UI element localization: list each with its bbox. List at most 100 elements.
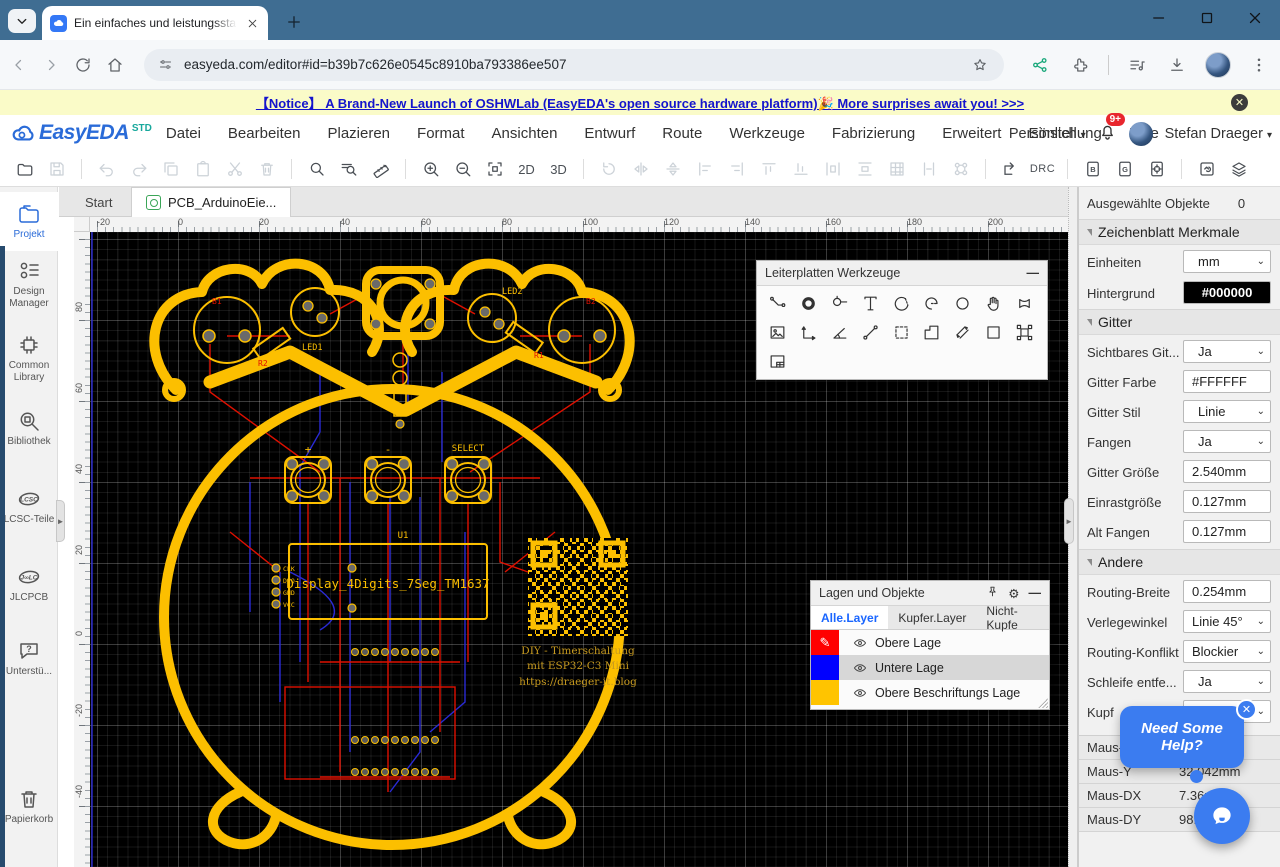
help-bubble-close-icon[interactable]: ✕ bbox=[1236, 699, 1257, 720]
personal-menu[interactable]: Persönlich ▾ bbox=[1009, 126, 1086, 142]
align-left-icon[interactable] bbox=[692, 157, 717, 182]
extensions-icon[interactable] bbox=[1068, 53, 1092, 77]
remove-loop-select[interactable]: Ja⌄ bbox=[1183, 670, 1271, 693]
align-top-icon[interactable] bbox=[756, 157, 781, 182]
tool-text-icon[interactable] bbox=[856, 290, 885, 317]
view-2d-button[interactable]: 2D bbox=[514, 157, 539, 182]
tool-via-icon[interactable] bbox=[825, 290, 854, 317]
combine-icon[interactable] bbox=[948, 157, 973, 182]
tool-circle-icon[interactable] bbox=[948, 290, 977, 317]
sidebar-item-design-manager[interactable]: Design Manager bbox=[0, 259, 58, 309]
sidebar-item-bibliothek[interactable]: Bibliothek bbox=[0, 409, 58, 448]
import-change-icon[interactable] bbox=[998, 157, 1023, 182]
forward-icon[interactable] bbox=[42, 53, 60, 77]
tab-close-icon[interactable] bbox=[244, 15, 260, 31]
layers-minimize-icon[interactable]: — bbox=[1029, 586, 1042, 600]
copy-icon[interactable] bbox=[158, 157, 183, 182]
tool-panelize-icon[interactable] bbox=[763, 348, 792, 375]
snap-size-input[interactable]: 0.127mm bbox=[1183, 490, 1271, 513]
layer-row-topsilk[interactable]: Obere Beschriftungs Lage bbox=[811, 680, 1049, 705]
layer-row-bottom[interactable]: Untere Lage bbox=[811, 655, 1049, 680]
layers-tab-noncopper[interactable]: Nicht-Kupfe bbox=[976, 606, 1049, 629]
tool-drag-icon[interactable] bbox=[979, 290, 1008, 317]
sidebar-item-papierkorb[interactable]: Papierkorb bbox=[0, 787, 58, 826]
tool-connection-icon[interactable] bbox=[856, 319, 885, 346]
site-settings-icon[interactable] bbox=[156, 53, 174, 77]
reload-icon[interactable] bbox=[74, 53, 92, 77]
user-menu[interactable]: Stefan Draeger ▾ bbox=[1165, 126, 1272, 142]
tool-pad-icon[interactable] bbox=[794, 290, 823, 317]
layer-visibility-eye-icon[interactable] bbox=[853, 636, 867, 650]
notifications-bell-icon[interactable]: 9+ bbox=[1098, 122, 1117, 145]
gerber-file-icon[interactable]: G bbox=[1112, 157, 1137, 182]
layers-toolbar-icon[interactable] bbox=[1226, 157, 1251, 182]
search-similar-icon[interactable] bbox=[336, 157, 361, 182]
mirror-vertical-icon[interactable] bbox=[660, 157, 685, 182]
easyeda-logo[interactable]: EasyEDA STD bbox=[10, 121, 152, 147]
mirror-horizontal-icon[interactable] bbox=[628, 157, 653, 182]
routing-angle-select[interactable]: Linie 45°⌄ bbox=[1183, 610, 1271, 633]
layers-tab-all[interactable]: Alle.Layer bbox=[811, 606, 888, 629]
pcb-tools-panel[interactable]: Leiterplatten Werkzeuge — bbox=[756, 260, 1048, 380]
tool-select-region-icon[interactable] bbox=[887, 319, 916, 346]
tool-dimension-icon[interactable] bbox=[794, 319, 823, 346]
sidebar-item-jlcpcb[interactable]: J∞LC JLCPCB bbox=[0, 565, 58, 604]
sidebar-item-lcsc-teile[interactable]: LCSC LCSC-Teile bbox=[0, 487, 58, 526]
layers-tab-copper[interactable]: Kupfer.Layer bbox=[888, 606, 976, 629]
section-gitter[interactable]: Gitter bbox=[1079, 309, 1280, 335]
window-close-button[interactable] bbox=[1246, 9, 1264, 32]
menu-entwurf[interactable]: Entwurf bbox=[584, 125, 635, 142]
distribute-horizontal-icon[interactable] bbox=[820, 157, 845, 182]
address-bar[interactable]: easyeda.com/editor#id=b39b7c626e0545c891… bbox=[144, 49, 1004, 81]
window-minimize-button[interactable] bbox=[1150, 9, 1168, 32]
drc-button[interactable]: DRC bbox=[1030, 157, 1055, 182]
grid-style-select[interactable]: Linie⌄ bbox=[1183, 400, 1271, 423]
grid-size-input[interactable]: 2.540mm bbox=[1183, 460, 1271, 483]
tool-rect-icon[interactable] bbox=[979, 319, 1008, 346]
redo-icon[interactable] bbox=[126, 157, 151, 182]
einheiten-select[interactable]: mm⌄ bbox=[1183, 250, 1271, 273]
zoom-out-icon[interactable] bbox=[450, 157, 475, 182]
notice-close-icon[interactable]: ✕ bbox=[1231, 94, 1248, 111]
section-sheet[interactable]: Zeichenblatt Merkmale bbox=[1079, 219, 1280, 245]
pcb-tools-minimize-icon[interactable]: — bbox=[1027, 266, 1040, 280]
tool-angle-icon[interactable] bbox=[825, 319, 854, 346]
menu-ansichten[interactable]: Ansichten bbox=[492, 125, 558, 142]
snap-select[interactable]: Ja⌄ bbox=[1183, 430, 1271, 453]
reading-list-icon[interactable] bbox=[1125, 53, 1149, 77]
menu-format[interactable]: Format bbox=[417, 125, 465, 142]
menu-werkzeuge[interactable]: Werkzeuge bbox=[729, 125, 805, 142]
cut-icon[interactable] bbox=[222, 157, 247, 182]
routing-conflict-select[interactable]: Blockier⌄ bbox=[1183, 640, 1271, 663]
alt-snap-input[interactable]: 0.127mm bbox=[1183, 520, 1271, 543]
measure-icon[interactable] bbox=[368, 157, 393, 182]
grid-color-input[interactable]: #FFFFFF bbox=[1183, 370, 1271, 393]
panel-collapse-handle[interactable]: ► bbox=[1064, 498, 1074, 544]
sidebar-item-projekt[interactable]: Projekt bbox=[0, 192, 58, 251]
sidebar-collapse-handle[interactable]: ► bbox=[56, 500, 65, 542]
grid-array-icon[interactable] bbox=[884, 157, 909, 182]
new-tab-button[interactable] bbox=[282, 10, 306, 34]
tab-search-button[interactable] bbox=[8, 9, 36, 33]
download-icon[interactable] bbox=[1165, 53, 1189, 77]
layers-resize-handle[interactable] bbox=[1038, 698, 1048, 708]
menu-route[interactable]: Route bbox=[662, 125, 702, 142]
pcb-tools-panel-header[interactable]: Leiterplatten Werkzeuge — bbox=[757, 261, 1047, 286]
pin-spacing-icon[interactable] bbox=[916, 157, 941, 182]
layer-visibility-eye-icon[interactable] bbox=[853, 661, 867, 675]
tool-keepout-icon[interactable] bbox=[1010, 290, 1039, 317]
undo-icon[interactable] bbox=[94, 157, 119, 182]
layers-panel[interactable]: Lagen und Objekte ⚙ — Alle.Layer Kupfer.… bbox=[810, 580, 1050, 710]
distribute-vertical-icon[interactable] bbox=[852, 157, 877, 182]
visible-grid-select[interactable]: Ja⌄ bbox=[1183, 340, 1271, 363]
align-bottom-icon[interactable] bbox=[788, 157, 813, 182]
background-color-swatch[interactable]: #000000 bbox=[1183, 281, 1271, 304]
layer-color-chip-bottom[interactable] bbox=[811, 655, 839, 680]
save-icon[interactable] bbox=[44, 157, 69, 182]
bom-file-icon[interactable]: B bbox=[1080, 157, 1105, 182]
pick-place-file-icon[interactable] bbox=[1144, 157, 1169, 182]
tool-arc-icon[interactable] bbox=[887, 290, 916, 317]
rotate-left-icon[interactable] bbox=[596, 157, 621, 182]
layers-pin-icon[interactable] bbox=[986, 585, 999, 601]
sidebar-item-support[interactable]: ? Unterstü... bbox=[0, 639, 58, 678]
